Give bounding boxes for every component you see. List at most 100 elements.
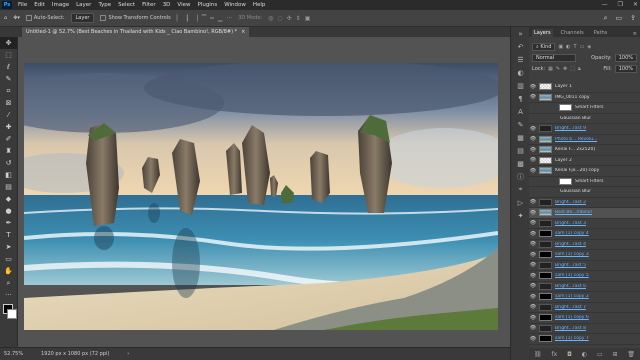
layer-row[interactable]: 👁︎ IMG_0011 copy [529,93,640,103]
hand-tool-icon[interactable]: ✋ [0,265,17,277]
visibility-eye-icon[interactable]: 👁︎ [529,241,537,247]
visibility-eye-icon[interactable]: 👁︎ [529,273,537,279]
minimize-button[interactable]: — [602,1,608,8]
paragraph-panel-icon[interactable]: ¶ [511,92,530,105]
lasso-tool-icon[interactable]: ℓ [0,61,17,73]
history-brush-tool-icon[interactable]: ↺ [0,157,17,169]
dodge-tool-icon[interactable]: ● [0,205,17,217]
close-button[interactable]: ✕ [633,1,638,8]
adjustments-panel-icon[interactable]: ◐ [511,66,530,79]
rectangle-tool-icon[interactable]: ▭ [0,253,17,265]
tab-paths[interactable]: Paths [592,29,610,37]
more-tools-icon[interactable]: ··· [0,289,17,301]
document-canvas[interactable] [24,63,498,330]
opacity-field[interactable]: 100% [614,53,637,62]
visibility-eye-icon[interactable]: 👁︎ [529,210,537,216]
layer-row[interactable]: 👁︎ Bright...rast 9 [529,124,640,135]
filter-type-icon[interactable]: T [574,44,577,50]
lock-artboard-icon[interactable]: ⬚ [570,66,575,72]
visibility-eye-icon[interactable]: 👁︎ [529,294,537,300]
layer-row[interactable]: 👁︎ sam [1] copy 2 [529,292,640,303]
type-tool-icon[interactable]: T [0,229,17,241]
move-tool-icon[interactable]: ✥ [0,37,17,49]
menu-image[interactable]: Image [52,2,69,8]
new-layer-icon[interactable]: ⊞ [612,351,617,358]
menu-layer[interactable]: Layer [76,2,91,8]
blend-mode-dropdown[interactable]: Normal [532,53,576,62]
layer-row[interactable]: 👁︎ Layer 2 [529,156,640,166]
lock-image-icon[interactable]: ✎ [556,66,560,72]
visibility-eye-icon[interactable]: 👁︎ [529,157,537,163]
layer-row[interactable]: 👁︎ Best Be...mbino! [529,208,640,219]
brush-tool-icon[interactable]: ✐ [0,133,17,145]
frame-tool-icon[interactable]: ⊠ [0,97,17,109]
background-color-swatch[interactable] [7,309,17,319]
visibility-eye-icon[interactable]: 👁︎ [529,336,537,342]
visibility-eye-icon[interactable]: 👁︎ [529,94,537,100]
character-panel-icon[interactable]: A [511,105,530,118]
properties-panel-icon[interactable]: ☰ [511,53,530,66]
auto-select-target-dropdown[interactable]: Layer [70,13,95,23]
slide-3d-icon[interactable]: ⇕ [296,15,301,22]
visibility-eye-icon[interactable]: 👁︎ [529,126,537,132]
restore-button[interactable]: ❐ [618,1,623,8]
quick-select-tool-icon[interactable]: ✎ [0,73,17,85]
more-options-icon[interactable]: ··· [226,15,232,22]
menu-help[interactable]: Help [253,2,266,8]
canvas-area[interactable] [18,37,510,347]
stamp-tool-icon[interactable]: ♜ [0,145,17,157]
zoom-tool-icon[interactable]: ⌕ [0,277,17,289]
path-select-tool-icon[interactable]: ➤ [0,241,17,253]
visibility-eye-icon[interactable]: 👁︎ [529,147,537,153]
visibility-eye-icon[interactable]: 👁︎ [529,304,537,310]
align-bottom-icon[interactable]: ▁ [218,15,223,22]
healing-tool-icon[interactable]: ✚ [0,121,17,133]
crop-tool-icon[interactable]: ⌗ [0,85,17,97]
align-top-icon[interactable]: ▔ [202,15,207,22]
layer-row[interactable]: 👁︎ Kenai F... 2x2520] [529,145,640,156]
share-icon[interactable]: ⇪ [630,14,636,23]
filter-smart-icon[interactable]: ◈ [587,44,591,50]
eyedropper-tool-icon[interactable]: ⁄ [0,109,17,121]
align-center-icon[interactable]: ┃ [185,15,189,22]
pen-tool-icon[interactable]: ✒ [0,217,17,229]
zoom-level[interactable]: 52.75% [4,351,23,357]
layer-row[interactable]: 👁︎ Bright...rast 3 [529,219,640,229]
roll-3d-icon[interactable]: ◌ [277,15,282,22]
visibility-eye-icon[interactable]: 👁︎ [529,199,537,205]
menu-filter[interactable]: Filter [142,2,156,8]
layer-row[interactable]: 👁︎ Bright...rast 2 [529,198,640,208]
visibility-eye-icon[interactable]: 👁︎ [529,220,537,226]
new-group-icon[interactable]: ▭ [597,351,603,358]
layer-row[interactable]: 👁︎ sam [1] copy 4 [529,229,640,240]
visibility-eye-icon[interactable]: 👁︎ [529,252,537,258]
filter-adjustment-icon[interactable]: ◐ [566,44,570,50]
visibility-eye-icon[interactable]: 👁︎ [529,168,537,174]
align-left-icon[interactable]: ▏ [177,15,182,22]
link-layers-icon[interactable]: ⛓ [534,351,542,358]
new-adjustment-icon[interactable]: ◐ [582,351,587,358]
navigator-panel-icon[interactable]: ⌖ [511,183,530,196]
align-right-icon[interactable]: ▕ [193,15,198,22]
brushes-panel-icon[interactable]: ✎ [511,118,530,131]
gradient-tool-icon[interactable]: ▤ [0,181,17,193]
document-tab[interactable]: Untitled-1 @ 52.7% (Best Beaches in Thai… [22,27,250,37]
layer-row[interactable]: 👁︎ Photo b... Revolu... [529,135,640,145]
home-icon[interactable]: ⌂ [4,15,7,21]
align-middle-icon[interactable]: ━ [210,15,214,22]
menu-plugins[interactable]: Plugins [197,2,217,8]
lock-transparent-icon[interactable]: ▦ [548,66,553,72]
layer-row[interactable]: 👁︎ Bright...rast 8 [529,324,640,334]
panel-menu-icon[interactable]: ≡ [633,31,637,37]
eraser-tool-icon[interactable]: ◧ [0,169,17,181]
lock-position-icon[interactable]: ✥ [563,66,567,72]
auto-select-checkbox[interactable]: Auto-Select: [25,15,65,21]
actions-panel-icon[interactable]: ▷ [511,196,530,209]
layer-row[interactable]: 👁︎ sam [1] copy 7 [529,334,640,345]
layer-row[interactable]: 👁︎ Layer 1 [529,82,640,93]
visibility-eye-icon[interactable]: 👁︎ [529,262,537,268]
layer-row[interactable]: 👁︎ Bright...rast 4 [529,240,640,250]
layer-style-icon[interactable]: fx [551,351,557,358]
libraries-panel-icon[interactable]: ▥ [511,79,530,92]
layer-row[interactable]: Gaussian Blur [529,114,640,124]
